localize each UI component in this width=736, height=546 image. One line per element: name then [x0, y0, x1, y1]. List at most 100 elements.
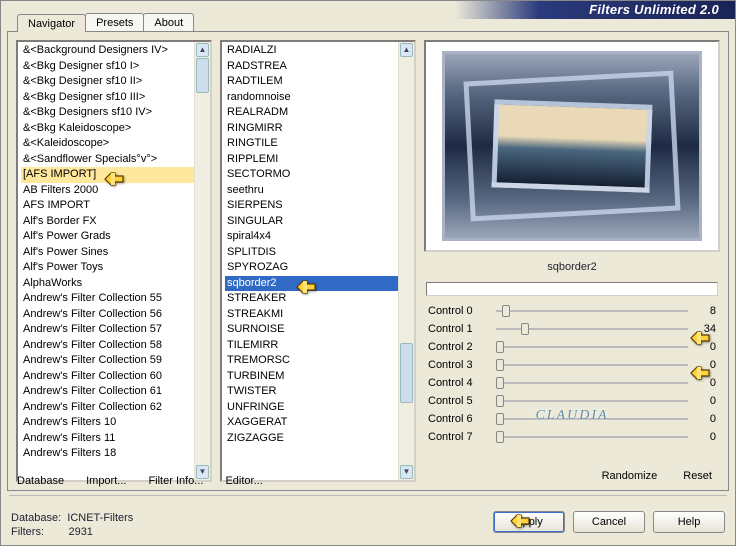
control-label: Control 6 [428, 413, 488, 425]
control-row: Control 134 [424, 320, 720, 338]
list-item[interactable]: AB Filters 2000 [21, 183, 194, 199]
list-item[interactable]: REALRADM [225, 105, 398, 121]
progress-bar [426, 282, 718, 296]
control-slider[interactable] [496, 310, 688, 312]
list-item[interactable]: Andrew's Filters 18 [21, 446, 194, 462]
scroll-down-icon[interactable]: ▼ [400, 465, 413, 479]
list-item[interactable]: seethru [225, 183, 398, 199]
control-value: 8 [696, 305, 716, 317]
list-item[interactable]: RADSTREA [225, 59, 398, 75]
list-item[interactable]: &<Bkg Designer sf10 III> [21, 90, 194, 106]
list-item[interactable]: SURNOISE [225, 322, 398, 338]
list-item[interactable]: Alf's Border FX [21, 214, 194, 230]
filter-list[interactable]: RADIALZIRADSTREARADTILEMrandomnoiseREALR… [220, 40, 416, 482]
list-item[interactable]: SECTORMO [225, 167, 398, 183]
control-value: 0 [696, 341, 716, 353]
help-button[interactable]: Help [653, 511, 725, 533]
list-item[interactable]: TURBINEM [225, 369, 398, 385]
control-label: Control 5 [428, 395, 488, 407]
list-item[interactable]: UNFRINGE [225, 400, 398, 416]
scrollbar[interactable]: ▲ ▼ [398, 42, 414, 480]
control-row: Control 0 8 [424, 302, 720, 320]
apply-button[interactable]: Apply [493, 511, 565, 533]
list-item[interactable]: &<Bkg Designer sf10 I> [21, 59, 194, 75]
list-item[interactable]: Alf's Power Toys [21, 260, 194, 276]
database-link[interactable]: Database [17, 475, 64, 487]
control-row: Control 7 0 [424, 428, 720, 446]
tab-presets[interactable]: Presets [85, 13, 144, 31]
list-item[interactable]: SINGULAR [225, 214, 398, 230]
list-item[interactable]: TREMORSC [225, 353, 398, 369]
list-item[interactable]: AlphaWorks [21, 276, 194, 292]
control-value: 0 [696, 413, 716, 425]
list-item[interactable]: Andrew's Filter Collection 57 [21, 322, 194, 338]
control-label: Control 2 [428, 341, 488, 353]
list-item[interactable]: SPYROZAG [225, 260, 398, 276]
import-link[interactable]: Import... [86, 475, 126, 487]
list-item[interactable]: SPLITDIS [225, 245, 398, 261]
control-value: 0 [696, 431, 716, 443]
scroll-thumb[interactable] [196, 58, 209, 93]
list-item[interactable]: Andrew's Filters 10 [21, 415, 194, 431]
control-slider[interactable] [496, 346, 688, 348]
list-item[interactable]: &<Kaleidoscope> [21, 136, 194, 152]
list-item[interactable]: Andrew's Filter Collection 62 [21, 400, 194, 416]
list-item[interactable]: spiral4x4 [225, 229, 398, 245]
list-item[interactable]: Andrew's Filters 11 [21, 431, 194, 447]
list-item[interactable]: sqborder2 [225, 276, 398, 292]
list-item[interactable]: ZIGZAGGE [225, 431, 398, 447]
list-item[interactable]: Andrew's Filter Collection 58 [21, 338, 194, 354]
list-item[interactable]: RADTILEM [225, 74, 398, 90]
editor-link[interactable]: Editor... [225, 475, 262, 487]
list-item[interactable]: RIPPLEMI [225, 152, 398, 168]
control-slider[interactable] [496, 382, 688, 384]
list-item[interactable]: Andrew's Filter Collection 55 [21, 291, 194, 307]
list-item[interactable]: Andrew's Filter Collection 56 [21, 307, 194, 323]
tab-navigator[interactable]: Navigator [17, 14, 86, 32]
list-item[interactable]: RINGTILE [225, 136, 398, 152]
control-value: 0 [696, 359, 716, 371]
control-slider[interactable] [496, 436, 688, 438]
list-item[interactable]: &<Bkg Designer sf10 II> [21, 74, 194, 90]
list-item[interactable]: AFS IMPORT [21, 198, 194, 214]
randomize-link[interactable]: Randomize [602, 470, 658, 482]
cancel-button[interactable]: Cancel [573, 511, 645, 533]
list-item[interactable]: XAGGERAT [225, 415, 398, 431]
list-item[interactable]: Alf's Power Grads [21, 229, 194, 245]
list-item[interactable]: RINGMIRR [225, 121, 398, 137]
scroll-up-icon[interactable]: ▲ [400, 43, 413, 57]
control-row: Control 6 0 [424, 410, 720, 428]
list-item[interactable]: RADIALZI [225, 43, 398, 59]
list-item[interactable]: STREAKER [225, 291, 398, 307]
list-item[interactable]: randomnoise [225, 90, 398, 106]
control-slider[interactable] [496, 400, 688, 402]
category-list[interactable]: &<Background Designers IV>&<Bkg Designer… [16, 40, 212, 482]
list-item[interactable]: &<Sandflower Specials°v°> [21, 152, 194, 168]
list-item[interactable]: [AFS IMPORT] [21, 167, 194, 183]
scroll-up-icon[interactable]: ▲ [196, 43, 209, 57]
filter-info-link[interactable]: Filter Info... [148, 475, 203, 487]
control-slider[interactable] [496, 418, 688, 420]
control-row: Control 30 [424, 356, 720, 374]
control-label: Control 7 [428, 431, 488, 443]
list-item[interactable]: TWISTER [225, 384, 398, 400]
tab-about[interactable]: About [143, 13, 194, 31]
scrollbar[interactable]: ▲ ▼ [194, 42, 210, 480]
list-item[interactable]: &<Bkg Kaleidoscope> [21, 121, 194, 137]
control-label: Control 0 [428, 305, 488, 317]
list-item[interactable]: SIERPENS [225, 198, 398, 214]
list-item[interactable]: STREAKMI [225, 307, 398, 323]
list-item[interactable]: Alf's Power Sines [21, 245, 194, 261]
control-slider[interactable] [496, 364, 688, 366]
scroll-thumb[interactable] [400, 343, 413, 403]
list-item[interactable]: Andrew's Filter Collection 61 [21, 384, 194, 400]
reset-link[interactable]: Reset [683, 470, 712, 482]
list-item[interactable]: TILEMIRR [225, 338, 398, 354]
list-item[interactable]: Andrew's Filter Collection 60 [21, 369, 194, 385]
list-item[interactable]: Andrew's Filter Collection 59 [21, 353, 194, 369]
list-item[interactable]: &<Background Designers IV> [21, 43, 194, 59]
control-value: 34 [696, 323, 716, 335]
control-slider[interactable] [496, 328, 688, 330]
control-row: Control 50 [424, 392, 720, 410]
list-item[interactable]: &<Bkg Designers sf10 IV> [21, 105, 194, 121]
